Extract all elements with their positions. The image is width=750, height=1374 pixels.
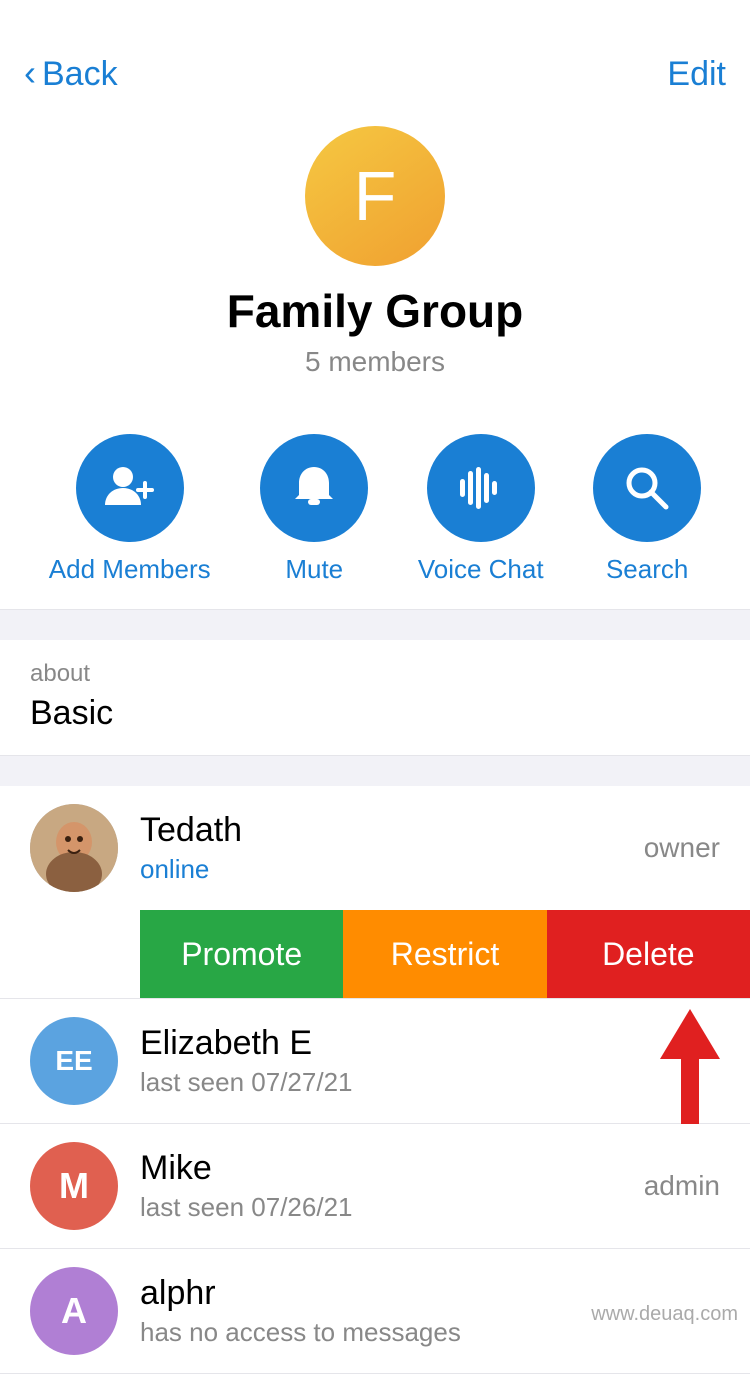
promote-button[interactable]: Promote — [140, 910, 343, 998]
member-row-mike[interactable]: M Mike last seen 07/26/21 admin — [0, 1124, 750, 1249]
actions-row: Add Members Mute Voice Chat — [0, 406, 750, 610]
mute-action[interactable]: Mute — [260, 434, 368, 585]
mike-role: admin — [644, 1170, 720, 1202]
search-label: Search — [606, 554, 688, 585]
elizabeth-info: Elizabeth E last seen 07/27/21 — [140, 1024, 590, 1098]
bell-icon — [287, 461, 341, 515]
tedath-role: owner — [644, 832, 720, 864]
divider-1 — [0, 610, 750, 640]
add-members-label: Add Members — [49, 554, 211, 585]
delete-button[interactable]: Delete — [547, 910, 750, 998]
back-button[interactable]: ‹ Back — [24, 54, 118, 94]
mike-status: last seen 07/26/21 — [140, 1192, 644, 1223]
profile-section: F Family Group 5 members — [0, 110, 750, 406]
elizabeth-name: Elizabeth E — [140, 1024, 590, 1063]
search-button[interactable] — [593, 434, 701, 542]
arrow-head — [660, 1009, 720, 1059]
restrict-button[interactable]: Restrict — [343, 910, 546, 998]
add-members-button[interactable] — [76, 434, 184, 542]
waveform-icon — [454, 461, 508, 515]
member-count: 5 members — [305, 346, 445, 378]
about-value: Basic — [30, 694, 720, 733]
add-members-action[interactable]: Add Members — [49, 434, 211, 585]
member-row-elizabeth[interactable]: EE Elizabeth E last seen 07/27/21 — [0, 999, 750, 1124]
voice-chat-label: Voice Chat — [418, 554, 544, 585]
voice-chat-action[interactable]: Voice Chat — [418, 434, 544, 585]
tedath-info: Tedath online — [140, 811, 644, 885]
member-row-tedath[interactable]: Tedath online owner Promote Restrict Del… — [0, 786, 750, 999]
mike-info: Mike last seen 07/26/21 — [140, 1149, 644, 1223]
chevron-left-icon: ‹ — [24, 52, 36, 94]
search-action[interactable]: Search — [593, 434, 701, 585]
add-person-icon — [103, 461, 157, 515]
swipe-actions-row: Promote Restrict Delete — [140, 910, 750, 998]
back-label: Back — [42, 55, 118, 94]
voice-chat-button[interactable] — [427, 434, 535, 542]
mike-name: Mike — [140, 1149, 644, 1188]
members-section: Tedath online owner Promote Restrict Del… — [0, 786, 750, 1374]
elizabeth-avatar: EE — [30, 1017, 118, 1105]
mike-avatar: M — [30, 1142, 118, 1230]
alphr-avatar: A — [30, 1267, 118, 1355]
tedath-avatar-image — [30, 804, 118, 892]
edit-button[interactable]: Edit — [667, 55, 726, 94]
about-section: about Basic — [0, 640, 750, 756]
group-name: Family Group — [227, 284, 523, 338]
tedath-avatar — [30, 804, 118, 892]
tedath-name: Tedath — [140, 811, 644, 850]
group-avatar: F — [305, 126, 445, 266]
elizabeth-status: last seen 07/27/21 — [140, 1067, 590, 1098]
divider-2 — [0, 756, 750, 786]
about-label: about — [30, 660, 720, 688]
tedath-status: online — [140, 854, 644, 885]
mute-button[interactable] — [260, 434, 368, 542]
avatar-letter: F — [354, 156, 397, 236]
mute-label: Mute — [285, 554, 343, 585]
watermark: www.deuaq.com — [591, 1303, 738, 1326]
search-icon — [620, 461, 674, 515]
header: ‹ Back Edit — [0, 0, 750, 110]
arrow-annotation — [660, 1009, 720, 1139]
